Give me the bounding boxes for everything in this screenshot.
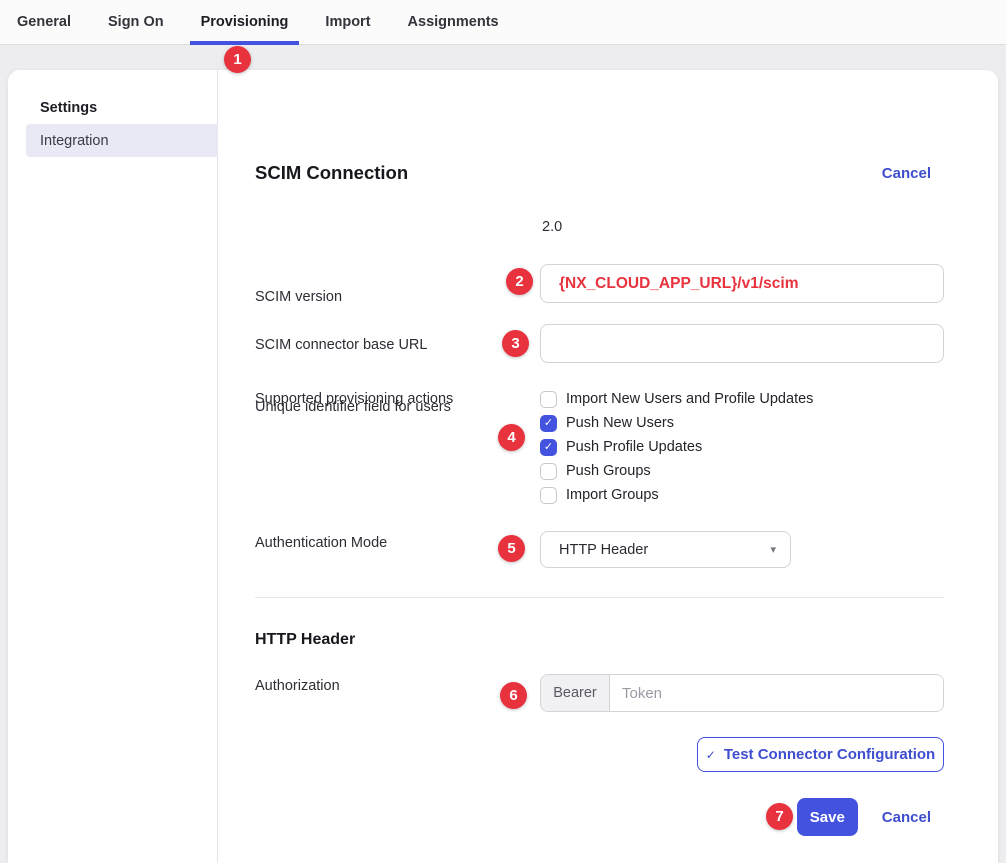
scim-version-value: 2.0: [542, 219, 562, 235]
scim-version-label: SCIM version: [255, 289, 342, 305]
sidebar-item-integration[interactable]: Integration: [26, 124, 218, 157]
check-icon: ✓: [544, 418, 553, 429]
annotation-badge-3: 3: [502, 330, 529, 357]
base-url-label: SCIM connector base URL: [255, 337, 427, 353]
action-push-profile-updates[interactable]: ✓ Push Profile Updates: [540, 435, 813, 459]
checkbox-label: Push New Users: [566, 415, 674, 431]
cancel-link-top[interactable]: Cancel: [882, 165, 931, 182]
action-import-groups[interactable]: ✓ Import Groups: [540, 483, 813, 507]
action-import-new-users[interactable]: ✓ Import New Users and Profile Updates: [540, 387, 813, 411]
http-header-section-title: HTTP Header: [255, 631, 355, 649]
annotation-badge-2: 2: [506, 268, 533, 295]
app-tabbar: General Sign On Provisioning Import Assi…: [0, 0, 1006, 45]
base-url-input[interactable]: [540, 264, 944, 303]
tab-sign-on[interactable]: Sign On: [97, 0, 175, 44]
checkbox[interactable]: ✓: [540, 391, 557, 408]
actions-label: Supported provisioning actions: [255, 391, 453, 407]
action-push-new-users[interactable]: ✓ Push New Users: [540, 411, 813, 435]
bearer-prefix: Bearer: [541, 675, 610, 711]
settings-sidebar: Settings Integration: [8, 70, 218, 863]
cancel-link-bottom[interactable]: Cancel: [882, 809, 931, 826]
check-icon: ✓: [706, 748, 716, 762]
test-connector-button[interactable]: ✓ Test Connector Configuration: [697, 737, 944, 772]
checkbox-label: Import Groups: [566, 487, 659, 503]
checkbox[interactable]: ✓: [540, 463, 557, 480]
tab-provisioning[interactable]: Provisioning: [190, 0, 300, 44]
checkbox-label: Push Profile Updates: [566, 439, 702, 455]
annotation-badge-6: 6: [500, 682, 527, 709]
footer-actions: Save Cancel: [797, 798, 931, 836]
chevron-down-icon: ▾: [770, 543, 776, 556]
test-connector-label: Test Connector Configuration: [724, 746, 935, 763]
sidebar-header: Settings: [40, 100, 97, 116]
token-input[interactable]: [610, 675, 943, 711]
tab-general[interactable]: General: [6, 0, 82, 44]
action-push-groups[interactable]: ✓ Push Groups: [540, 459, 813, 483]
checkbox[interactable]: ✓: [540, 439, 557, 456]
settings-card: Settings Integration SCIM Connection Can…: [8, 70, 998, 863]
check-icon: ✓: [544, 442, 553, 453]
authorization-input-group: Bearer: [540, 674, 944, 712]
annotation-badge-5: 5: [498, 535, 525, 562]
unique-id-input[interactable]: [540, 324, 944, 363]
auth-mode-label: Authentication Mode: [255, 535, 387, 551]
tab-assignments[interactable]: Assignments: [397, 0, 510, 44]
tab-import[interactable]: Import: [314, 0, 381, 44]
authorization-label: Authorization: [255, 678, 340, 694]
annotation-badge-7: 7: [766, 803, 793, 830]
auth-mode-value: HTTP Header: [559, 542, 648, 558]
save-button[interactable]: Save: [797, 798, 858, 836]
checkbox[interactable]: ✓: [540, 415, 557, 432]
checkbox-label: Push Groups: [566, 463, 651, 479]
auth-mode-select[interactable]: HTTP Header ▾: [540, 531, 791, 568]
provisioning-actions-list: ✓ Import New Users and Profile Updates ✓…: [540, 387, 813, 507]
checkbox-label: Import New Users and Profile Updates: [566, 391, 813, 407]
section-divider: [255, 597, 944, 598]
annotation-badge-1: 1: [224, 46, 251, 73]
page-title: SCIM Connection: [255, 162, 408, 184]
checkbox[interactable]: ✓: [540, 487, 557, 504]
annotation-badge-4: 4: [498, 424, 525, 451]
